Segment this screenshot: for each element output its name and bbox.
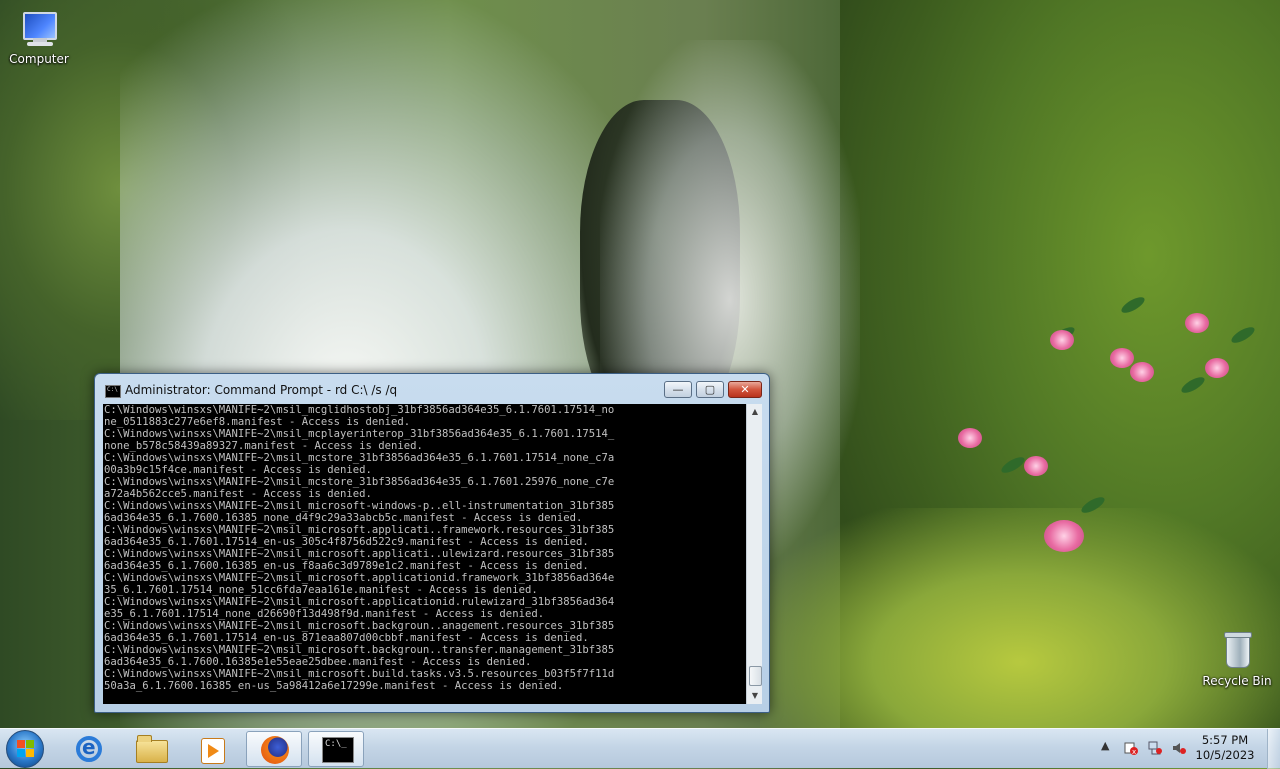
scroll-up-icon[interactable]: ▲ [747,404,763,420]
console-line: C:\Windows\winsxs\MANIFE~2\msil_mcstore_… [104,476,615,488]
console-line: C:\Windows\winsxs\MANIFE~2\msil_mcplayer… [104,428,615,440]
console-line: C:\Windows\winsxs\MANIFE~2\msil_microsof… [104,524,615,536]
volume-muted-icon[interactable] [1172,740,1186,754]
maximize-button[interactable]: ▢ [696,381,724,398]
console-line: C:\Windows\winsxs\MANIFE~2\msil_microsof… [104,668,615,680]
console-line: none_b578c58439a89327.manifest - Access … [104,440,423,452]
window-title: Administrator: Command Prompt - rd C:\ /… [125,383,398,397]
taskbar-command-prompt[interactable] [308,731,364,767]
flower [1130,362,1154,382]
taskbar: ▲ x 5:57 PM 10/5/2023 [0,728,1280,769]
console-line: C:\Windows\winsxs\MANIFE~2\msil_microsof… [104,500,615,512]
minimize-icon: — [672,383,684,396]
console-line: C:\Windows\winsxs\MANIFE~2\msil_microsof… [104,596,615,608]
action-center-icon[interactable]: x [1124,740,1138,756]
console-line: 6ad364e35_6.1.7601.17514_en-us_871eaa807… [104,632,589,644]
network-icon[interactable] [1148,740,1162,755]
window-titlebar[interactable]: Administrator: Command Prompt - rd C:\ /… [95,374,769,404]
start-orb-icon [17,740,35,758]
maximize-icon: ▢ [704,383,716,396]
show-desktop-button[interactable] [1267,729,1280,769]
computer-icon [19,10,59,50]
minimize-button[interactable]: — [664,381,692,398]
command-prompt-icon [105,385,121,398]
console-text: C:\Windows\winsxs\MANIFE~2\msil_mcglidho… [103,404,746,692]
firefox-icon [261,736,289,764]
flower [1185,313,1209,333]
flower [1050,330,1074,350]
chevron-up-icon: ▲ [1101,739,1110,752]
internet-explorer-icon [76,735,102,762]
start-button[interactable] [6,730,44,768]
vertical-scrollbar[interactable]: ▲ ▼ [746,404,762,704]
flower [1110,348,1134,368]
console-line: C:\Windows\winsxs\MANIFE~2\msil_microsof… [104,620,615,632]
close-button[interactable]: ✕ [728,381,762,398]
console-line: C:\Windows\winsxs\MANIFE~2\msil_mcglidho… [104,404,615,416]
console-line: 50a3a_6.1.7600.16385_en-us_5a98412a6e172… [104,680,564,692]
svg-text:x: x [1132,748,1136,755]
flower [1205,358,1229,378]
console-line: 35_6.1.7601.17514_none_51cc6fda7eaa161e.… [104,584,538,596]
console-line: 6ad364e35_6.1.7600.16385_en-us_f8aa6c3d9… [104,560,589,572]
taskbar-media-player[interactable] [184,731,240,767]
console-line: ne_0511883c277e6ef8.manifest - Access is… [104,416,411,428]
flower [958,428,982,448]
console-output[interactable]: C:\Windows\winsxs\MANIFE~2\msil_mcglidho… [103,404,746,704]
console-line: 6ad364e35_6.1.7600.16385_none_d4f9c29a33… [104,512,583,524]
console-line: 6ad364e35_6.1.7600.16385e1e55eae25dbee.m… [104,656,532,668]
console-line: 00a3b9c15f4ce.manifest - Access is denie… [104,464,372,476]
console-line: C:\Windows\winsxs\MANIFE~2\msil_mcstore_… [104,452,615,464]
command-prompt-window[interactable]: Administrator: Command Prompt - rd C:\ /… [94,373,770,713]
scroll-down-icon[interactable]: ▼ [747,688,763,704]
console-line: 6ad364e35_6.1.7601.17514_en-us_305c4f875… [104,536,589,548]
console-line: C:\Windows\winsxs\MANIFE~2\msil_microsof… [104,644,615,656]
scrollbar-thumb[interactable] [749,666,762,686]
clock-time: 5:57 PM [1201,733,1249,747]
console-line: C:\Windows\winsxs\MANIFE~2\msil_microsof… [104,572,615,584]
console-line: e35_6.1.7601.17514_none_d26690f13d498f9d… [104,608,545,620]
clock-date: 10/5/2023 [1195,748,1255,762]
show-hidden-icons-button[interactable]: ▲ [1101,739,1109,752]
desktop-icon-label: Recycle Bin [1202,674,1272,688]
system-clock[interactable]: 5:57 PM 10/5/2023 [1190,733,1260,763]
flower [1044,520,1084,552]
recycle-bin-icon [1217,632,1257,672]
command-prompt-icon [322,737,354,763]
file-explorer-icon [136,735,168,763]
desktop-icon-recycle-bin[interactable]: Recycle Bin [1198,632,1276,688]
media-player-icon [201,738,225,764]
wallpaper-moss-bottom [760,508,1280,728]
desktop-icon-computer[interactable]: Computer [0,10,78,66]
taskbar-internet-explorer[interactable] [60,731,116,767]
taskbar-firefox[interactable] [246,731,302,767]
console-line: C:\Windows\winsxs\MANIFE~2\msil_microsof… [104,548,615,560]
console-line: a72a4b562cce5.manifest - Access is denie… [104,488,372,500]
taskbar-file-explorer[interactable] [122,731,178,767]
desktop-icon-label: Computer [9,52,69,66]
close-icon: ✕ [740,383,750,396]
flower [1024,456,1048,476]
